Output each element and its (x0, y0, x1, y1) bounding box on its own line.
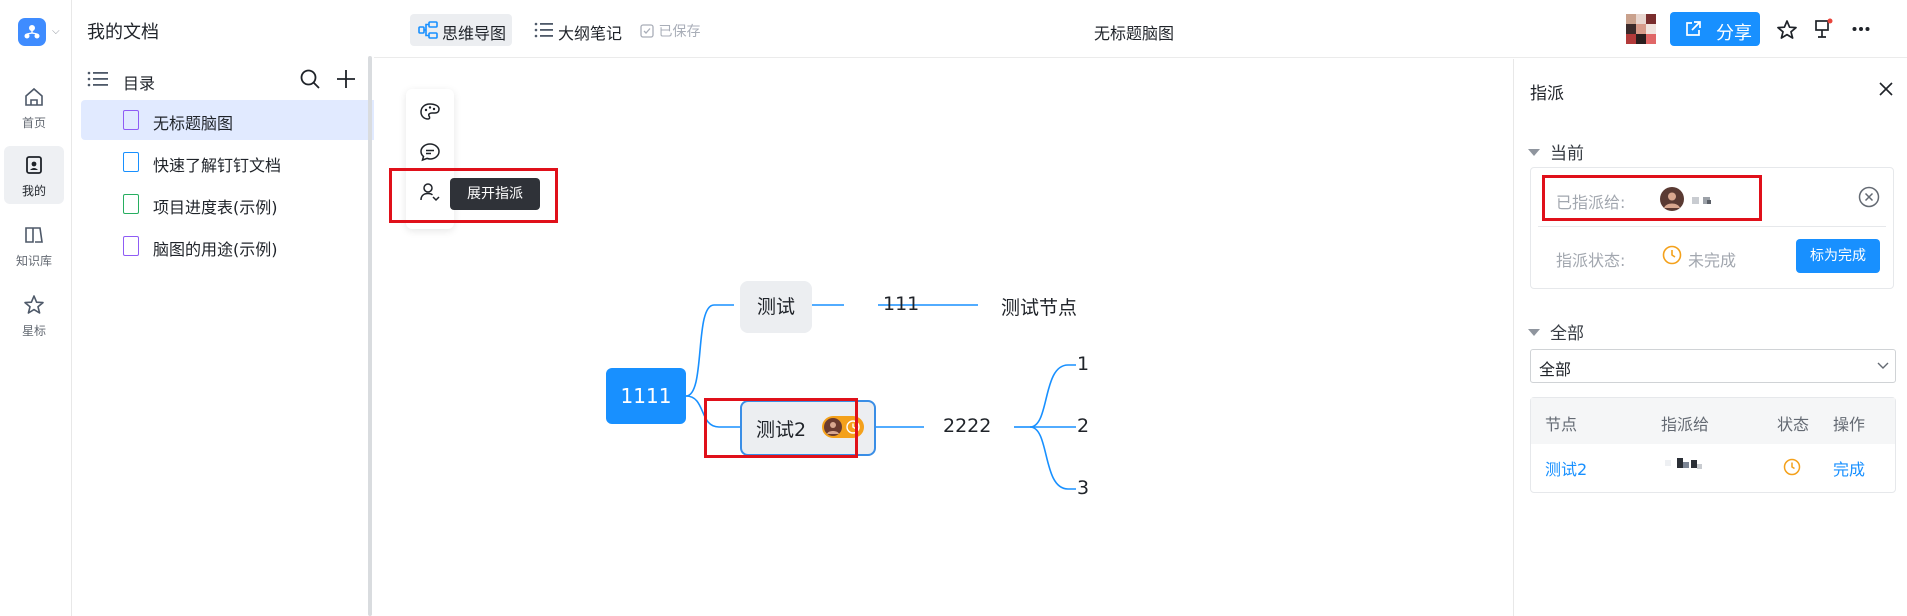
sheet-file-icon (123, 194, 139, 214)
my-docs-icon (26, 156, 42, 174)
section-current[interactable]: 当前 (1528, 139, 1584, 164)
add-icon[interactable] (335, 68, 357, 90)
assignment-table: 节点 指派给 状态 操作 测试2 完成 (1530, 397, 1896, 493)
share-label: 分享 (1716, 23, 1752, 44)
complete-link[interactable]: 完成 (1833, 456, 1865, 480)
caret-down-icon (1528, 329, 1540, 336)
tab-label: 思维导图 (442, 24, 507, 43)
toc-label: 目录 (123, 74, 156, 93)
mindmap-node-2222[interactable]: 2222 (943, 415, 991, 437)
star-icon[interactable] (1776, 19, 1798, 41)
document-title[interactable]: 无标题脑图 (1094, 20, 1174, 44)
rail-home[interactable]: 首页 (4, 78, 64, 136)
column-header: 节点 (1545, 415, 1578, 434)
select-value: 全部 (1539, 360, 1572, 379)
clock-icon (1783, 458, 1801, 476)
clock-icon (1662, 245, 1682, 265)
toc-header: 目录 (87, 68, 357, 93)
highlight-box (1542, 175, 1762, 221)
rail-knowledge[interactable]: 知识库 (4, 216, 64, 274)
column-header: 指派给 (1661, 415, 1710, 434)
assignee-name-mosaic (1665, 458, 1702, 469)
mindmap-node-2[interactable]: 2 (1077, 415, 1089, 437)
rail-label: 知识库 (15, 254, 52, 268)
mindmap-node-test-node[interactable]: 测试节点 (1001, 293, 1077, 320)
caret-down-icon (1528, 149, 1540, 156)
share-button[interactable]: 分享 (1670, 12, 1760, 46)
rail-label: 首页 (21, 116, 46, 130)
top-bar: 思维导图 大纲笔记 已保存 无标题脑图 分享 (374, 0, 1907, 58)
sidebar-title: 我的文档 (87, 22, 159, 43)
knowledge-base-icon (25, 227, 43, 243)
row-node-link[interactable]: 测试2 (1545, 456, 1587, 480)
doc-file-icon (123, 152, 139, 172)
status-label: 指派状态: (1556, 251, 1626, 270)
tab-outline[interactable]: 大纲笔记 (526, 14, 628, 46)
panel-title: 指派 (1530, 84, 1564, 104)
more-icon[interactable] (1852, 26, 1870, 32)
mindmap-node-3[interactable]: 3 (1077, 477, 1089, 499)
file-label: 无标题脑图 (153, 114, 234, 133)
close-icon[interactable] (1878, 81, 1894, 97)
share-icon (1686, 21, 1701, 36)
status-value: 未完成 (1688, 251, 1737, 270)
list-icon (87, 71, 108, 87)
check-icon (640, 24, 654, 38)
section-all[interactable]: 全部 (1528, 319, 1584, 344)
clear-assignee-icon[interactable] (1858, 186, 1880, 208)
mindmap-connectors (685, 304, 1076, 490)
section-label: 全部 (1550, 324, 1584, 344)
tab-mindmap[interactable]: 思维导图 (410, 14, 512, 46)
file-label: 项目进度表(示例) (153, 198, 278, 217)
rail-star[interactable]: 星标 (4, 286, 64, 344)
rail-my[interactable]: 我的 (4, 146, 64, 204)
search-icon[interactable] (299, 68, 321, 90)
mindmap-canvas[interactable]: 展开指派 1111 测试 111 测试节点 测试2 2222 1 2 3 (374, 59, 1512, 616)
assignment-filter-select[interactable]: 全部 (1530, 349, 1896, 383)
save-status-label: 已保存 (658, 24, 701, 40)
save-status: 已保存 (640, 21, 700, 41)
column-header: 操作 (1833, 415, 1866, 434)
mark-done-button[interactable]: 标为完成 (1796, 239, 1880, 273)
chevron-down-icon (1877, 362, 1889, 369)
mindmap-node-111[interactable]: 111 (883, 293, 919, 315)
workspace-logo-icon[interactable] (18, 18, 46, 46)
chevron-down-icon[interactable]: ⌵ (52, 26, 60, 37)
highlight-box (704, 398, 858, 458)
avatar[interactable] (1626, 14, 1656, 44)
column-header: 状态 (1777, 415, 1810, 434)
home-icon (25, 87, 43, 106)
sidebar-scrollbar[interactable] (368, 56, 372, 616)
file-label: 快速了解钉钉文档 (153, 156, 282, 175)
assign-panel: 指派 当前 已指派给: 指派状态: 未完成 标为完成 全部 全部 节点 指派给 … (1513, 59, 1907, 616)
file-label: 脑图的用途(示例) (153, 240, 278, 259)
mindmap-node-1[interactable]: 1 (1077, 353, 1089, 375)
app-rail: ⌵ 首页 我的 知识库 星标 (0, 0, 72, 616)
presentation-icon[interactable] (1812, 18, 1834, 40)
star-icon (24, 295, 44, 314)
rail-label: 我的 (21, 184, 46, 198)
mindmap-node-test[interactable]: 测试 (740, 281, 812, 333)
mindmap-file-icon (123, 110, 139, 130)
section-label: 当前 (1550, 144, 1584, 164)
divider (1538, 226, 1886, 227)
rail-label: 星标 (21, 324, 46, 338)
mindmap-root-node[interactable]: 1111 (606, 368, 686, 424)
mindmap-file-icon (123, 236, 139, 256)
mindmap-icon (418, 21, 438, 39)
list-icon (534, 22, 553, 38)
table-header: 节点 指派给 状态 操作 (1531, 398, 1895, 444)
file-sidebar: 我的文档 目录 无标题脑图 快速了解钉钉文档 项目进度表(示例) 脑图的用途(示… (73, 0, 439, 616)
tab-label: 大纲笔记 (558, 24, 623, 43)
